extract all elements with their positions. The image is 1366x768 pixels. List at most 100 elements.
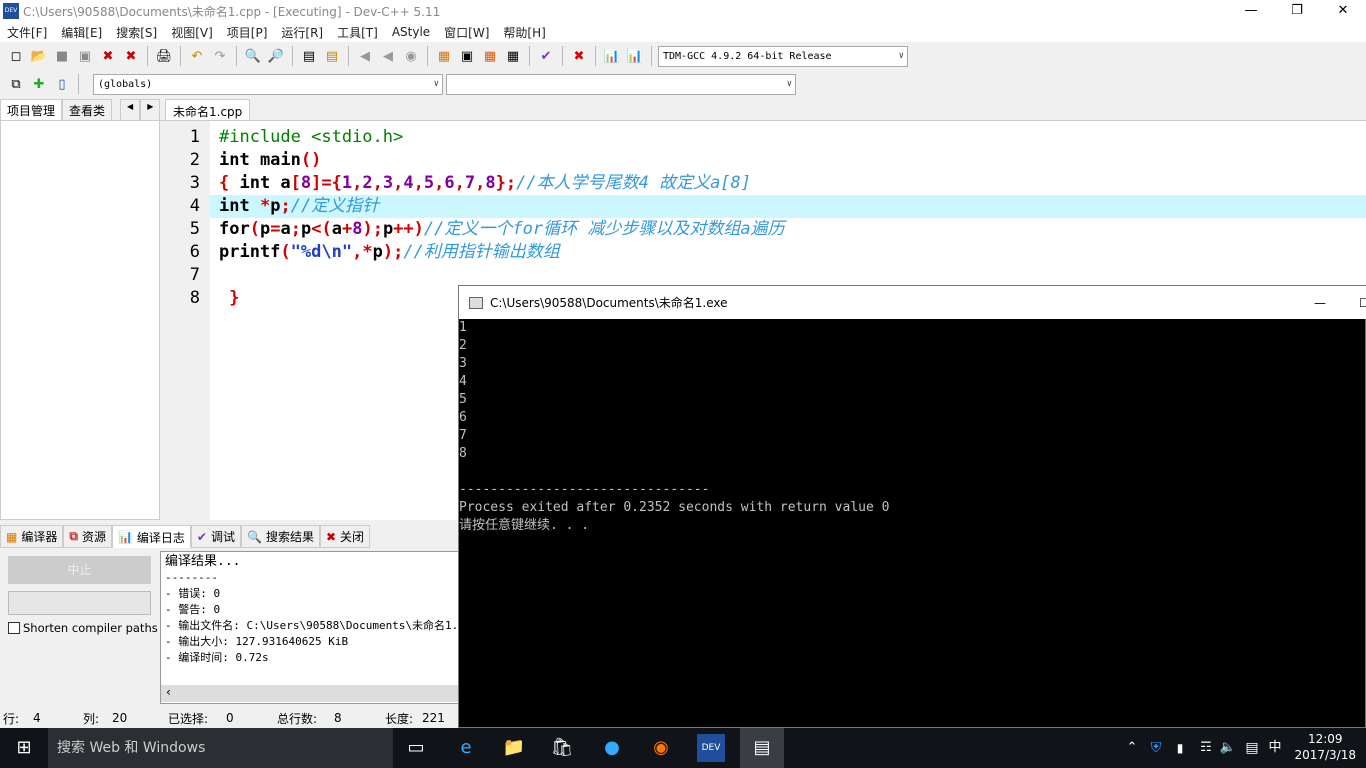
menu-file[interactable]: 文件[F]: [0, 24, 54, 41]
indent-icon[interactable]: ◀: [355, 46, 375, 66]
compile-icon[interactable]: ▦: [434, 46, 454, 66]
menu-tools[interactable]: 工具[T]: [330, 24, 385, 41]
abort-button[interactable]: 中止: [8, 556, 151, 584]
menu-astyle[interactable]: AStyle: [385, 25, 437, 39]
code-line: printf("%d\n",*p);//利用指针输出数组: [219, 241, 560, 264]
code-token: //利用指针输出数组: [403, 242, 560, 262]
log-horizontal-scrollbar[interactable]: ‹: [161, 685, 459, 702]
close-all-icon[interactable]: ✖: [121, 46, 141, 66]
tab-debug[interactable]: ✔ 调试: [190, 525, 241, 548]
clock[interactable]: 12:09 2017/3/18: [1294, 731, 1356, 763]
open-file-icon[interactable]: 📂: [29, 46, 49, 66]
close-button[interactable]: ✕: [1320, 0, 1366, 22]
code-line: }: [219, 287, 239, 310]
redo-icon[interactable]: ↷: [210, 46, 230, 66]
maximize-button[interactable]: ❐: [1274, 0, 1320, 22]
battery-icon[interactable]: ▮: [1166, 734, 1194, 762]
menu-window[interactable]: 窗口[W]: [437, 24, 496, 41]
stop-execution-icon[interactable]: ✖: [569, 46, 589, 66]
firefox-icon[interactable]: ◉: [647, 734, 675, 762]
tab-close[interactable]: ✖ 关闭: [319, 525, 371, 548]
menu-edit[interactable]: 编辑[E]: [54, 24, 109, 41]
code-token: int main: [219, 150, 301, 170]
tab-scroll-right[interactable]: ▶: [140, 99, 161, 120]
task-view-icon[interactable]: ▭: [402, 734, 430, 762]
print-icon[interactable]: 🖨: [154, 46, 174, 66]
tab-resources[interactable]: ⧉ 资源: [63, 525, 112, 548]
line-number: 2: [189, 150, 200, 170]
code-token: int a: [239, 173, 291, 193]
code-token: 3: [382, 173, 394, 193]
tab-classes[interactable]: 查看类: [62, 99, 113, 120]
project-options-icon[interactable]: ▯: [52, 74, 72, 94]
console-maximize-button[interactable]: ☐: [1359, 296, 1366, 310]
status-bar: 行: 4 列: 20 已选择: 0 总行数: 8 长度: 221: [3, 711, 445, 726]
save-all-icon[interactable]: ▣: [75, 46, 95, 66]
replace-icon[interactable]: 🔎: [266, 46, 286, 66]
console-title: C:\Users\90588\Documents\未命名1.exe: [490, 296, 728, 310]
compiler-select[interactable]: TDM-GCC 4.9.2 64-bit Release ∨: [658, 45, 908, 67]
console-title-bar: C:\Users\90588\Documents\未命名1.exe — ☐: [459, 286, 1366, 319]
devcpp-taskbar-icon[interactable]: DEV: [697, 734, 725, 762]
code-token: printf: [219, 242, 281, 262]
code-token: <(: [311, 219, 332, 239]
goto-line-icon[interactable]: ▤: [299, 46, 319, 66]
sogou-icon[interactable]: ●: [598, 734, 626, 762]
profile-icon[interactable]: 📊: [602, 46, 622, 66]
col-value: 20: [112, 711, 128, 725]
code-token: }: [219, 288, 240, 308]
project-panel[interactable]: [0, 120, 160, 520]
chevron-down-icon: ∨: [433, 79, 439, 89]
close-file-icon[interactable]: ✖: [98, 46, 118, 66]
minimize-button[interactable]: —: [1228, 0, 1274, 22]
tab-project[interactable]: 项目管理: [0, 99, 63, 120]
tab-search-results[interactable]: 🔍 搜索结果: [241, 525, 320, 548]
ime-indicator[interactable]: 中: [1261, 734, 1289, 762]
menu-search[interactable]: 搜索[S]: [109, 24, 164, 41]
new-project-icon[interactable]: ⧉: [6, 74, 26, 94]
comment-icon[interactable]: ◉: [401, 46, 421, 66]
code-token: ,: [475, 173, 486, 193]
tab-scroll-left[interactable]: ◀: [120, 99, 141, 120]
taskbar-search[interactable]: 搜索 Web 和 Windows: [48, 728, 393, 768]
rebuild-icon[interactable]: ▦: [503, 46, 523, 66]
scroll-left-icon[interactable]: ‹: [161, 685, 171, 699]
undo-icon[interactable]: ↶: [187, 46, 207, 66]
console-taskbar-icon[interactable]: ▤: [740, 728, 784, 768]
shorten-paths-checkbox[interactable]: [8, 622, 20, 634]
bottom-panel-tabs: ▦ 编译器 ⧉ 资源 📊 编译日志 ✔ 调试 🔍 搜索结果 ✖ 关闭: [0, 525, 371, 548]
tab-compiler[interactable]: ▦ 编译器: [0, 525, 64, 548]
toggle-bookmark-icon[interactable]: ▤: [322, 46, 342, 66]
code-token: ,: [454, 173, 465, 193]
windows-start-icon[interactable]: ⊞: [10, 734, 38, 762]
save-icon[interactable]: ■: [52, 46, 72, 66]
menu-help[interactable]: 帮助[H]: [496, 24, 552, 41]
line-number: 5: [189, 219, 200, 239]
edge-icon[interactable]: e: [452, 734, 480, 762]
new-file-icon[interactable]: ◻: [6, 46, 26, 66]
shorten-paths-option[interactable]: Shorten compiler paths: [8, 621, 158, 635]
menu-view[interactable]: 视图[V]: [164, 24, 220, 41]
menu-run[interactable]: 运行[R]: [274, 24, 330, 41]
compile-log[interactable]: 编译结果... -------- - 错误: 0- 警告: 0- 输出文件名: C:…: [160, 551, 460, 704]
code-line: #include <stdio.h>: [219, 126, 403, 149]
file-explorer-icon[interactable]: 📁: [500, 734, 528, 762]
delete-profile-icon[interactable]: 📊: [625, 46, 645, 66]
menu-project[interactable]: 项目[P]: [220, 24, 275, 41]
console-minimize-button[interactable]: —: [1314, 296, 1326, 310]
add-to-project-icon[interactable]: ✚: [29, 74, 49, 94]
tab-compile-log[interactable]: 📊 编译日志: [111, 525, 191, 548]
code-token: ]={: [311, 173, 342, 193]
run-icon[interactable]: ▣: [457, 46, 477, 66]
unindent-icon[interactable]: ◀: [378, 46, 398, 66]
compile-run-icon[interactable]: ▦: [480, 46, 500, 66]
console-window[interactable]: C:\Users\90588\Documents\未命名1.exe — ☐ 1 …: [458, 285, 1366, 728]
syntax-check-icon[interactable]: ✔: [536, 46, 556, 66]
store-icon[interactable]: 🛍: [548, 734, 576, 762]
editor-tab[interactable]: 未命名1.cpp: [165, 99, 251, 121]
code-token: int: [219, 196, 260, 216]
line-number: 6: [189, 242, 200, 262]
find-icon[interactable]: 🔍: [243, 46, 263, 66]
scope-select[interactable]: (globals) ∨: [93, 73, 443, 95]
symbol-select[interactable]: ∨: [446, 73, 796, 95]
